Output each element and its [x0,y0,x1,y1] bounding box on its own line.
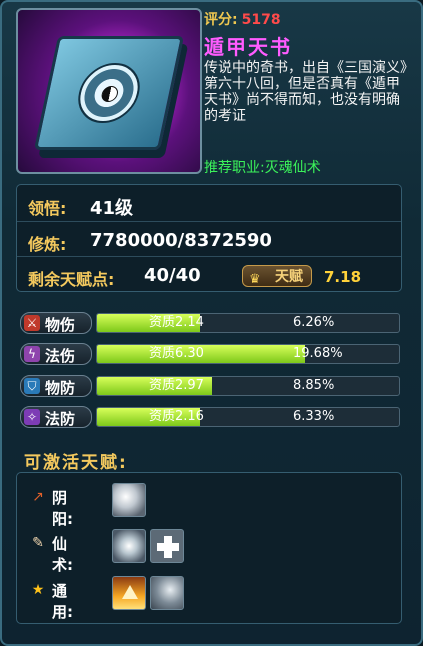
magic-shield-icon: ✧ [24,409,40,425]
score-value: 5178 [241,12,281,28]
aptitude-bar: 资质2.14 6.26% [96,313,400,333]
aptitude-row-physical-attack: ⚔ 物伤 资质2.14 6.26% [20,312,402,334]
aptitude-quality: 资质6.30 [149,346,204,361]
aptitude-tag: ✧ 法防 [20,406,92,428]
talent-row-label: 仙术: [52,535,73,574]
pet-name: 遁甲天书 [204,35,292,59]
sword-icon: ⚔ [24,315,40,331]
lightning-icon: ϟ [24,346,40,362]
pet-portrait [16,8,202,174]
brush-icon: ✎ [32,535,44,551]
aptitude-tag: ⚔ 物伤 [20,312,92,334]
cultivation-label: 修炼: [28,235,67,254]
wolf-skill-icon[interactable] [150,576,184,610]
aptitude-label: 物伤 [45,316,76,334]
aptitude-percent: 8.85% [293,378,335,393]
aptitude-percent: 6.26% [293,315,335,330]
swirl-skill-icon[interactable] [112,483,146,517]
aptitude-quality: 资质2.97 [149,378,204,393]
aptitude-row-physical-defense: ⛉ 物防 资质2.97 8.85% [20,375,402,397]
talent-row-label: 通用: [52,582,73,621]
talent-points-value: 40/40 [144,265,201,286]
talent-value: 7.18 [324,268,362,286]
book-icon [33,36,185,150]
flame-arrow-skill-icon[interactable] [112,576,146,610]
crescent-icon: ↗ [32,489,44,505]
score: 评分: 5178 [204,9,281,29]
comprehension-label: 领悟: [28,199,67,218]
aptitude-quality: 资质2.16 [149,409,204,424]
aptitude-percent: 19.68% [293,346,343,361]
comprehension-value: 41级 [90,198,134,219]
aptitude-tag: ϟ 法伤 [20,343,92,365]
bagua-icon [72,63,146,123]
score-label: 评分: [204,12,238,28]
pet-description: 传说中的奇书，出自《三国演义》第六十八回，但是否真有《遁甲天书》尚不得而知，也没… [204,60,407,124]
aptitude-tag: ⛉ 物防 [20,375,92,397]
aptitude-quality: 资质2.14 [149,315,204,330]
aptitude-percent: 6.33% [293,409,335,424]
cultivation-value: 7780000/8372590 [90,230,272,251]
aptitude-row-magic-defense: ✧ 法防 资质2.16 6.33% [20,406,402,428]
talent-button-label: 天赋 [275,269,303,285]
recommended-class: 推荐职业:灭魂仙术 [204,160,321,176]
burst-skill-icon[interactable] [112,529,146,563]
crown-icon: ♛ [249,272,261,287]
aptitude-row-magic-attack: ϟ 法伤 资质6.30 19.68% [20,343,402,365]
aptitude-label: 物防 [45,379,76,397]
pet-detail-panel: 评分: 5178 遁甲天书 传说中的奇书，出自《三国演义》第六十八回，但是否真有《… [0,0,423,646]
activatable-talents-title: 可激活天赋: [24,453,128,473]
cross-skill-icon[interactable] [150,529,184,563]
star-icon: ★ [31,582,45,598]
talent-points-label: 剩余天赋点: [28,270,115,289]
shield-icon: ⛉ [24,378,40,394]
talent-button[interactable]: ♛ 天赋 [242,265,312,287]
aptitude-label: 法防 [45,410,76,428]
aptitude-label: 法伤 [45,347,76,365]
aptitude-bar: 资质2.16 6.33% [96,407,400,427]
aptitude-bar: 资质6.30 19.68% [96,344,400,364]
aptitude-bar: 资质2.97 8.85% [96,376,400,396]
activatable-talents-box [16,472,402,624]
talent-row-label: 阴阳: [52,489,73,528]
